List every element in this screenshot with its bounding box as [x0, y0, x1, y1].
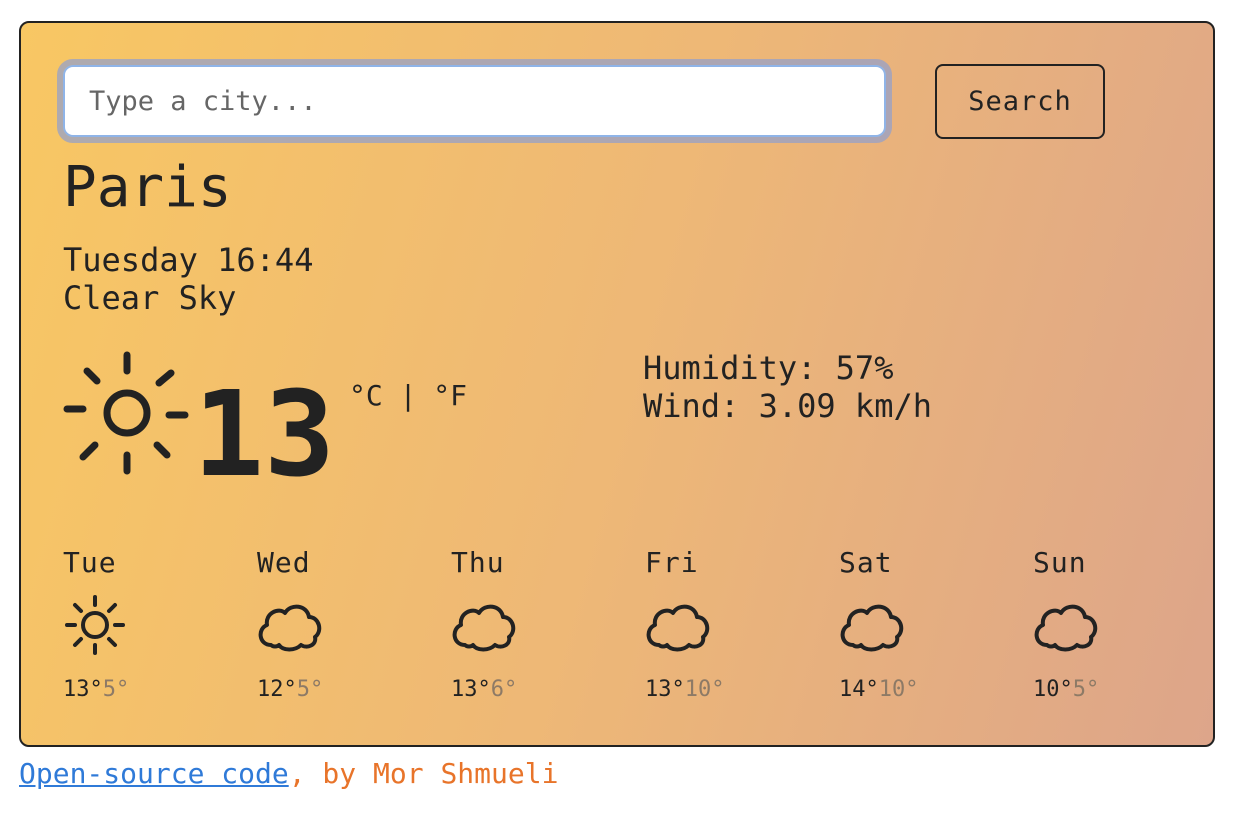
- forecast-day: Fri 13°10°: [645, 545, 795, 702]
- footer: Open-source code, by Mor Shmueli: [19, 754, 558, 794]
- forecast-day-name: Sat: [839, 546, 893, 579]
- forecast-day-name: Tue: [63, 546, 117, 579]
- wind-value: Wind: 3.09 km/h: [643, 387, 932, 425]
- forecast-max: 12°: [257, 677, 297, 702]
- city-name: Paris: [63, 155, 232, 220]
- fahrenheit-toggle[interactable]: °F: [433, 379, 467, 412]
- weather-description: Clear Sky: [63, 279, 237, 317]
- forecast-day-name: Thu: [451, 546, 505, 579]
- forecast-day: Tue 13°5°: [63, 545, 213, 702]
- humidity-value: Humidity: 57%: [643, 349, 894, 387]
- sun-icon: [59, 347, 195, 479]
- forecast-temps: 13°5°: [63, 675, 129, 705]
- cloud-icon: [253, 589, 325, 661]
- unit-toggle: °C | °F: [349, 379, 467, 413]
- forecast-temps: 14°10°: [839, 675, 919, 705]
- forecast-day-name: Sun: [1033, 546, 1087, 579]
- forecast-temps: 12°5°: [257, 675, 323, 705]
- weather-card: Search Paris Tuesday 16:44 Clear Sky 13 …: [19, 21, 1215, 747]
- forecast-temps: 13°6°: [451, 675, 517, 705]
- forecast-min: 5°: [296, 677, 324, 702]
- forecast-max: 13°: [63, 677, 103, 702]
- current-temperature: 13: [193, 365, 336, 503]
- forecast-max: 13°: [451, 677, 491, 702]
- forecast-max: 14°: [839, 677, 879, 702]
- forecast-day-name: Wed: [257, 546, 311, 579]
- forecast-day: Wed 12°5°: [257, 545, 407, 702]
- forecast-temps: 10°5°: [1033, 675, 1099, 705]
- forecast-min: 5°: [102, 677, 130, 702]
- source-code-link[interactable]: Open-source code: [19, 757, 289, 790]
- forecast-max: 10°: [1033, 677, 1073, 702]
- sun-icon: [59, 589, 131, 661]
- forecast-day: Sun 10°5°: [1033, 545, 1183, 702]
- forecast-day-name: Fri: [645, 546, 699, 579]
- cloud-icon: [1029, 589, 1101, 661]
- forecast-min: 5°: [1072, 677, 1100, 702]
- city-search-input[interactable]: [57, 59, 892, 143]
- forecast-min: 10°: [684, 677, 725, 702]
- forecast-temps: 13°10°: [645, 675, 725, 705]
- footer-separator: ,: [288, 757, 306, 790]
- cloud-icon: [447, 589, 519, 661]
- forecast-min: 10°: [878, 677, 919, 702]
- forecast-min: 6°: [490, 677, 518, 702]
- unit-separator: |: [382, 379, 434, 412]
- author-credit: by Mor Shmueli: [305, 757, 559, 790]
- forecast-day: Sat 14°10°: [839, 545, 989, 702]
- forecast-max: 13°: [645, 677, 685, 702]
- current-datetime: Tuesday 16:44: [63, 241, 314, 279]
- cloud-icon: [835, 589, 907, 661]
- celsius-toggle[interactable]: °C: [349, 379, 383, 412]
- forecast-day: Thu 13°6°: [451, 545, 601, 702]
- cloud-icon: [641, 589, 713, 661]
- search-button[interactable]: Search: [935, 64, 1105, 139]
